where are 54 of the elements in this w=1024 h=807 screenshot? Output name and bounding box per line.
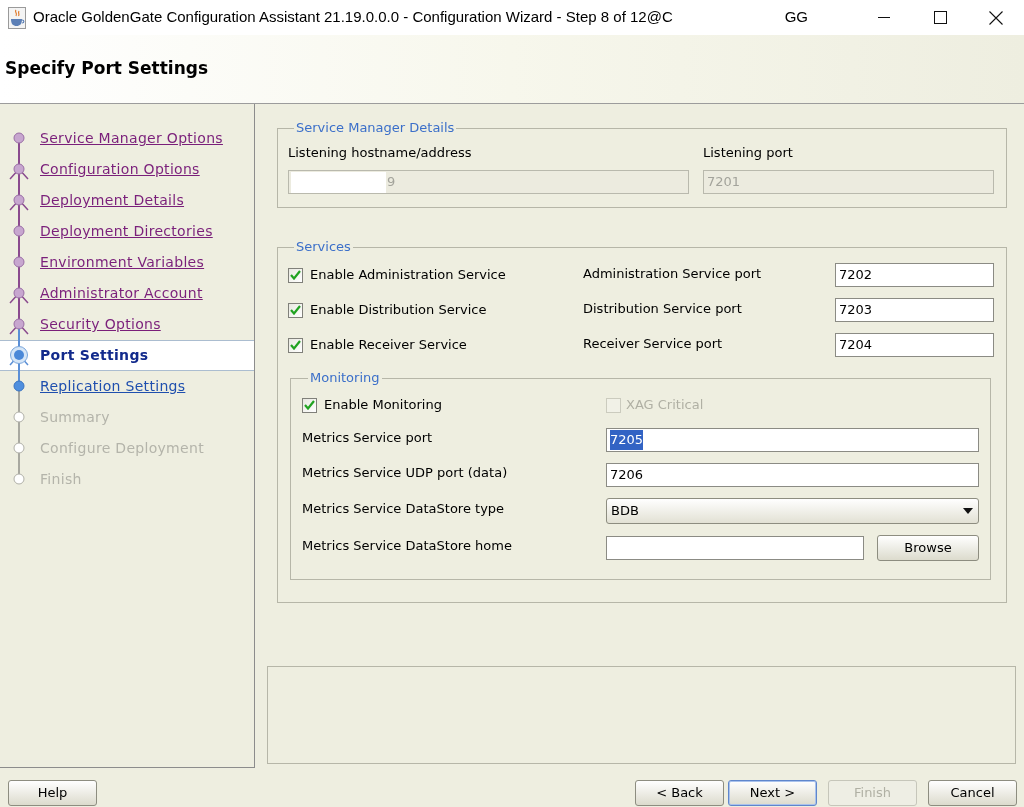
checkbox-label: XAG Critical: [626, 396, 704, 415]
check-icon: [290, 340, 301, 350]
wizard-step[interactable]: Service Manager Options: [0, 123, 254, 154]
port-field[interactable]: 7202: [835, 263, 994, 287]
check-icon: [290, 305, 301, 315]
wizard-step[interactable]: Administrator Account: [0, 278, 254, 309]
close-icon: [989, 10, 1003, 25]
field-label: Metrics Service UDP port (data): [302, 464, 509, 483]
window-title: Oracle GoldenGate Configuration Assistant 21.19.0.0.0 - Configuration Wizard - Step 8 of 12@C: [33, 7, 673, 28]
checkbox-label: Enable Distribution Service: [310, 301, 487, 320]
wizard-step[interactable]: Replication Settings: [0, 371, 254, 402]
wizard-step[interactable]: Port Settings: [0, 340, 254, 371]
browse-button[interactable]: Browse: [877, 535, 979, 561]
coffee-cup-icon: [8, 6, 26, 29]
wizard-button[interactable]: < Back: [635, 780, 724, 806]
port-field[interactable]: 7206: [606, 463, 979, 487]
checkbox-label: Enable Receiver Service: [310, 336, 467, 355]
path-field[interactable]: [606, 536, 864, 560]
port-field[interactable]: 7205: [606, 428, 979, 452]
wizard-step[interactable]: Environment Variables: [0, 247, 254, 278]
page-title: Specify Port Settings: [5, 57, 209, 81]
wizard-step[interactable]: Deployment Directories: [0, 216, 254, 247]
maximize-icon: [933, 11, 947, 24]
checkbox[interactable]: [288, 302, 303, 318]
wizard-button[interactable]: Next >: [728, 780, 817, 806]
port-field[interactable]: 7204: [835, 333, 994, 357]
field-label: Administration Service port: [583, 265, 763, 284]
wizard-step[interactable]: Security Options: [0, 309, 254, 340]
field-label: Metrics Service DataStore home: [302, 537, 513, 556]
wizard-step[interactable]: Configuration Options: [0, 154, 254, 185]
wizard-button[interactable]: Help: [8, 780, 97, 806]
wizard-button[interactable]: Cancel: [928, 780, 1017, 806]
wizard-step[interactable]: Deployment Details: [0, 185, 254, 216]
user-label: GG: [784, 7, 808, 28]
group-title: Monitoring: [309, 370, 381, 386]
check-icon: [304, 400, 315, 410]
checkbox[interactable]: [288, 337, 303, 353]
checkbox[interactable]: [288, 267, 303, 283]
datastore-type-dropdown[interactable]: BDB: [606, 498, 979, 524]
field-label: Metrics Service port: [302, 429, 434, 448]
group-title: Service Manager Details: [295, 120, 456, 136]
port-field[interactable]: 7203: [835, 298, 994, 322]
checkbox[interactable]: [302, 397, 317, 413]
field-label: Listening hostname/address: [288, 145, 473, 161]
check-icon: [290, 270, 301, 280]
group-title: Services: [295, 239, 352, 255]
field-label: Metrics Service DataStore type: [302, 500, 506, 519]
field-label: Distribution Service port: [583, 300, 743, 319]
caret-icon: [963, 508, 973, 514]
checkbox-label: Enable Administration Service: [310, 266, 506, 285]
field-label: Receiver Service port: [583, 335, 724, 354]
minimize-icon: [878, 17, 890, 18]
checkbox-label: Enable Monitoring: [324, 396, 442, 415]
field-label: Listening port: [703, 145, 794, 161]
